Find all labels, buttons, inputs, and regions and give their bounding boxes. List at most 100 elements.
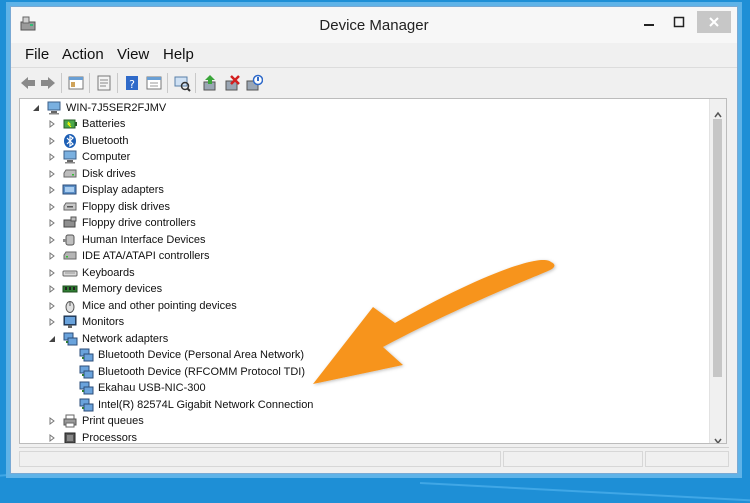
mouse-icon	[62, 299, 78, 313]
floppy-controller-icon	[62, 216, 78, 230]
view-icon[interactable]	[145, 74, 163, 92]
collapse-arrow-icon[interactable]	[48, 335, 56, 343]
tree-item-label: Monitors	[82, 316, 125, 328]
menu-action[interactable]: Action	[62, 46, 104, 63]
expand-arrow-icon[interactable]	[48, 301, 56, 310]
processor-icon	[62, 431, 78, 443]
tree-item-disk-drives[interactable]: Disk drives	[48, 166, 136, 182]
tree-item-label: IDE ATA/ATAPI controllers	[82, 250, 210, 262]
scan-hardware-icon[interactable]	[173, 74, 191, 92]
properties-icon[interactable]	[95, 74, 113, 92]
tree-root[interactable]: WIN-7J5SER2FJMV	[32, 100, 166, 116]
printer-icon	[62, 414, 78, 428]
network-adapter-icon	[78, 348, 94, 362]
expand-arrow-icon[interactable]	[48, 169, 56, 178]
hid-icon	[62, 233, 78, 247]
expand-arrow-icon[interactable]	[48, 202, 56, 211]
network-device-label: Ekahau USB-NIC-300	[98, 382, 206, 394]
toolbar-separator	[89, 73, 90, 93]
expand-arrow-icon[interactable]	[48, 120, 56, 128]
keyboard-icon	[62, 266, 78, 280]
status-cell	[19, 451, 501, 467]
network-device-bluetooth-rfcomm[interactable]: Bluetooth Device (RFCOMM Protocol TDI)	[78, 364, 305, 380]
toolbar: ?	[11, 68, 737, 98]
menu-file[interactable]: File	[25, 46, 49, 63]
expand-arrow-icon[interactable]	[48, 252, 56, 260]
minimize-button[interactable]	[635, 11, 663, 33]
toolbar-separator	[61, 73, 62, 93]
window-title: Device Manager	[319, 17, 429, 34]
expand-arrow-icon[interactable]	[48, 219, 56, 227]
svg-text:?: ?	[129, 78, 135, 91]
network-device-ekahau[interactable]: Ekahau USB-NIC-300	[78, 380, 206, 396]
network-adapter-icon	[78, 365, 94, 379]
scrollbar-thumb[interactable]	[713, 119, 722, 377]
device-tree: WIN-7J5SER2FJMV Batteries Bluetooth Comp…	[20, 99, 710, 443]
help-icon[interactable]: ?	[123, 74, 141, 92]
computer-icon	[62, 150, 78, 164]
tree-item-processors[interactable]: Processors	[48, 430, 138, 444]
collapse-arrow-icon[interactable]	[32, 104, 40, 112]
uninstall-icon[interactable]	[223, 74, 241, 92]
update-driver-icon[interactable]	[201, 74, 219, 92]
disable-icon[interactable]	[245, 74, 264, 92]
expand-arrow-icon[interactable]	[48, 433, 56, 442]
toolbar-separator	[167, 73, 168, 93]
maximize-button[interactable]	[665, 11, 693, 33]
tree-item-mice[interactable]: Mice and other pointing devices	[48, 298, 237, 314]
show-hide-tree-icon[interactable]	[67, 74, 85, 92]
expand-arrow-icon[interactable]	[48, 417, 56, 425]
vertical-scrollbar[interactable]	[709, 99, 726, 443]
floppy-disk-icon	[62, 200, 78, 214]
expand-arrow-icon[interactable]	[48, 235, 56, 244]
network-device-label: Bluetooth Device (RFCOMM Protocol TDI)	[98, 365, 306, 378]
disk-drive-icon	[62, 167, 78, 181]
expand-arrow-icon[interactable]	[48, 136, 56, 145]
tree-item-print-queues[interactable]: Print queues	[48, 413, 144, 429]
forward-icon[interactable]	[39, 74, 57, 92]
expand-arrow-icon[interactable]	[48, 153, 56, 161]
menu-help[interactable]: Help	[163, 46, 194, 63]
menu-view[interactable]: View	[117, 46, 149, 63]
tree-item-monitors[interactable]: Monitors	[48, 314, 124, 330]
memory-icon	[62, 282, 78, 296]
desktop-streak	[419, 482, 750, 503]
tree-item-floppy-disk-drives[interactable]: Floppy disk drives	[48, 199, 170, 215]
tree-item-network-adapters[interactable]: Network adapters	[48, 331, 168, 347]
tree-item-memory-devices[interactable]: Memory devices	[48, 281, 162, 297]
device-manager-window: Device Manager File Action View Help ? W…	[10, 6, 738, 474]
tree-item-human-interface-devices[interactable]: Human Interface Devices	[48, 232, 206, 248]
close-button[interactable]	[697, 11, 731, 33]
tree-item-label: Computer	[82, 151, 131, 163]
tree-item-label: Human Interface Devices	[82, 233, 206, 246]
tree-item-display-adapters[interactable]: Display adapters	[48, 182, 164, 198]
tree-item-computer[interactable]: Computer	[48, 149, 130, 165]
close-icon	[709, 17, 719, 27]
tree-item-floppy-drive-controllers[interactable]: Floppy drive controllers	[48, 215, 196, 231]
menu-bar: File Action View Help	[11, 43, 737, 68]
tree-item-label: Network adapters	[82, 332, 169, 345]
network-adapter-icon	[78, 381, 94, 395]
tree-item-label: Processors	[82, 431, 138, 444]
tree-item-batteries[interactable]: Batteries	[48, 116, 125, 132]
display-adapter-icon	[62, 183, 78, 197]
tree-item-label: Floppy disk drives	[82, 200, 171, 213]
tree-item-label: Floppy drive controllers	[82, 217, 196, 229]
tree-item-bluetooth[interactable]: Bluetooth	[48, 133, 128, 149]
network-device-intel[interactable]: Intel(R) 82574L Gigabit Network Connecti…	[78, 397, 313, 413]
tree-item-label: Bluetooth	[82, 134, 129, 147]
tree-item-label: Keyboards	[82, 266, 135, 279]
expand-arrow-icon[interactable]	[48, 318, 56, 326]
network-device-bluetooth-pan[interactable]: Bluetooth Device (Personal Area Network)	[78, 347, 304, 363]
expand-arrow-icon[interactable]	[48, 285, 56, 293]
tree-item-keyboards[interactable]: Keyboards	[48, 265, 135, 281]
tree-item-ide-controllers[interactable]: IDE ATA/ATAPI controllers	[48, 248, 210, 264]
scroll-down-icon[interactable]	[714, 430, 722, 443]
status-cell	[645, 451, 729, 467]
expand-arrow-icon[interactable]	[48, 186, 56, 194]
monitor-icon	[62, 315, 78, 329]
back-icon[interactable]	[19, 74, 37, 92]
computer-icon	[46, 101, 62, 115]
expand-arrow-icon[interactable]	[48, 268, 56, 277]
scroll-up-icon[interactable]	[714, 104, 722, 118]
